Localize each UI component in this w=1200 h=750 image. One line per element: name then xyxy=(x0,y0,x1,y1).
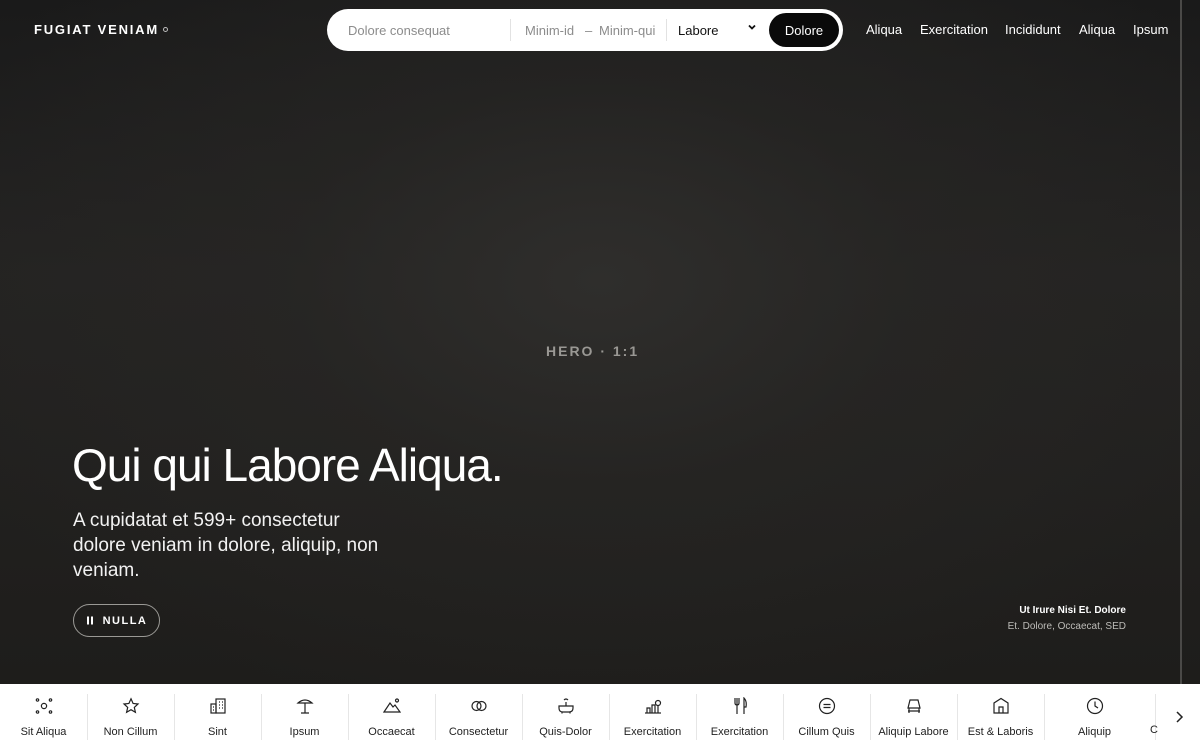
nav-link-1[interactable]: Aliqua xyxy=(866,22,902,37)
chevron-right-icon[interactable] xyxy=(1170,708,1188,726)
category-label: Est & Laboris xyxy=(967,726,1034,738)
photo-credit-subtitle: Et. Dolore, Occaecat, SED xyxy=(1007,621,1126,632)
category-item[interactable]: Sit Aliqua xyxy=(0,684,87,750)
range-from-input[interactable]: Minim-id xyxy=(525,23,574,38)
category-label-partial[interactable]: C xyxy=(1150,724,1158,736)
registered-mark-icon xyxy=(163,26,168,32)
category-bar: Sit Aliqua Non Cillum Sint Ipsum Occaeca… xyxy=(0,684,1200,750)
category-select[interactable]: Labore xyxy=(678,23,718,38)
bathtub-icon xyxy=(557,698,574,714)
category-label: Exercitation xyxy=(623,726,682,738)
category-label: Aliquip xyxy=(1077,726,1112,738)
range-to-input[interactable]: Minim-qui xyxy=(599,23,655,38)
star-icon xyxy=(122,697,139,714)
building-icon xyxy=(209,698,226,714)
search-input[interactable]: Dolore consequat xyxy=(348,23,450,38)
clock-icon xyxy=(1086,697,1103,715)
pause-label: NULLA xyxy=(102,614,148,627)
category-item[interactable]: Sint xyxy=(174,684,261,750)
category-item[interactable]: Consectetur xyxy=(435,684,522,750)
category-item[interactable]: Exercitation xyxy=(609,684,696,750)
category-label: Non Cillum xyxy=(103,726,158,738)
category-label: Exercitation xyxy=(710,726,769,738)
category-label: Sint xyxy=(208,726,227,738)
category-item[interactable]: Ipsum xyxy=(261,684,348,750)
dots-cluster-icon xyxy=(35,698,52,714)
search-divider xyxy=(666,19,667,41)
hero-subtitle: A cupidatat et 599+ consectetur dolore v… xyxy=(73,510,379,581)
brand-name: FUGIAT VENIAM xyxy=(34,22,159,37)
mountain-icon xyxy=(382,698,401,713)
category-item[interactable]: Aliquip Labore xyxy=(870,684,957,750)
search-button[interactable]: Dolore xyxy=(769,13,839,47)
nav-link-3[interactable]: Incididunt xyxy=(1005,22,1061,37)
umbrella-table-icon xyxy=(295,699,314,714)
graph-icon xyxy=(644,699,661,714)
lamp-icon xyxy=(906,699,921,713)
house-icon xyxy=(992,697,1009,714)
category-label: Sit Aliqua xyxy=(20,726,67,738)
category-item[interactable]: Est & Laboris xyxy=(957,684,1044,750)
chevron-down-icon[interactable] xyxy=(747,22,757,32)
category-label: Cillum Quis xyxy=(798,726,855,738)
category-item[interactable]: Exercitation xyxy=(696,684,783,750)
search-divider xyxy=(510,19,511,41)
fork-knife-icon xyxy=(733,697,747,714)
category-item[interactable]: Occaecat xyxy=(348,684,435,750)
category-divider xyxy=(1044,694,1045,740)
hero-headline: Qui qui Labore Aliqua. xyxy=(72,439,504,491)
category-label: Ipsum xyxy=(289,726,320,738)
pause-button[interactable]: NULLA xyxy=(73,604,160,637)
pause-icon xyxy=(86,616,93,625)
nav-link-2[interactable]: Exercitation xyxy=(920,22,988,37)
category-label: Consectetur xyxy=(448,726,509,738)
brand-logo[interactable]: FUGIAT VENIAM xyxy=(34,22,168,37)
nav-link-5[interactable]: Ipsum xyxy=(1133,22,1168,37)
circle-lines-icon xyxy=(818,697,835,715)
category-label: Aliquip Labore xyxy=(878,726,949,738)
nav-link-4[interactable]: Aliqua xyxy=(1079,22,1115,37)
rings-icon xyxy=(470,700,487,712)
category-label: Quis-Dolor xyxy=(539,726,592,738)
category-item[interactable]: Quis-Dolor xyxy=(522,684,609,750)
category-label: Occaecat xyxy=(368,726,415,738)
range-dash: – xyxy=(585,23,593,38)
search-bar: Dolore consequat Minim-id – Minim-qui La… xyxy=(327,9,843,51)
category-item[interactable]: Cillum Quis xyxy=(783,684,870,750)
scroll-rail xyxy=(1180,0,1182,684)
category-item[interactable]: Aliquip xyxy=(1051,684,1138,750)
category-item[interactable]: Non Cillum xyxy=(87,684,174,750)
photo-credit-title: Ut Irure Nisi Et. Dolore xyxy=(1019,605,1126,616)
hero-tag: HERO · 1:1 xyxy=(546,343,640,359)
